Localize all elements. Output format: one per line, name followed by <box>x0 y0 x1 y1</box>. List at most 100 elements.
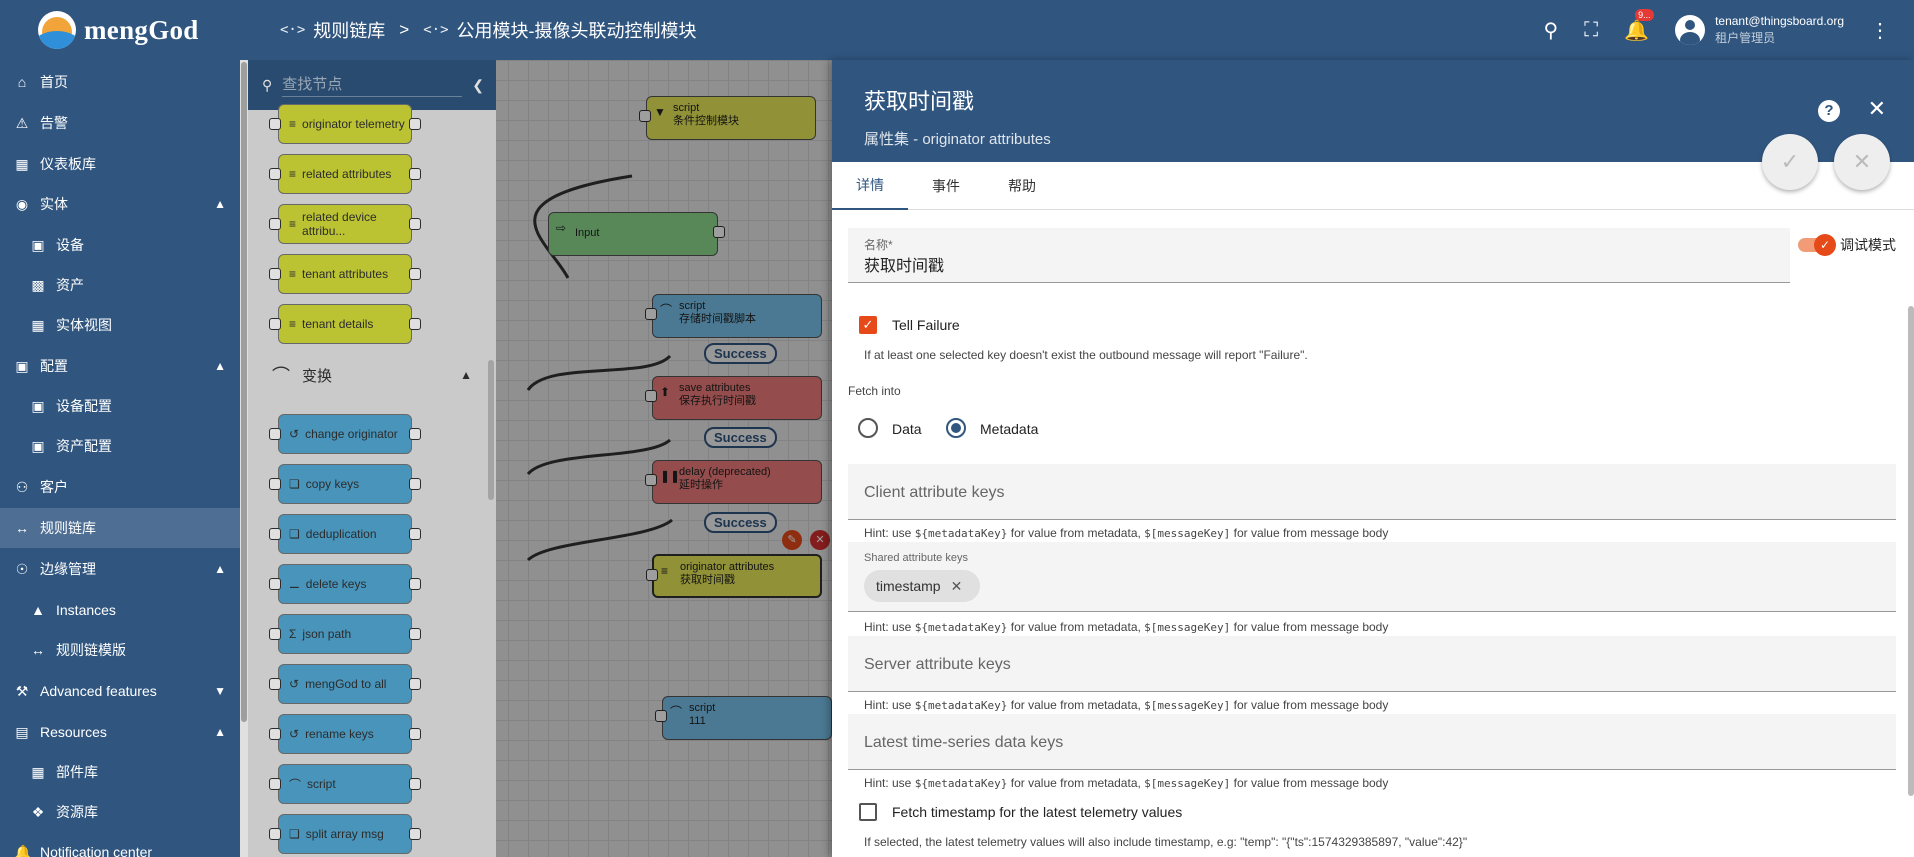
logo[interactable]: mengGod <box>0 0 246 60</box>
sidebar-item-entity-views[interactable]: ▦ 实体视图 <box>0 305 240 345</box>
sidebar-item-asset-profiles[interactable]: ▣ 资产配置 <box>0 426 240 466</box>
sidebar-item-device-profiles[interactable]: ▣ 设备配置 <box>0 386 240 426</box>
widgets-icon: ▦ <box>31 763 45 780</box>
sidebar-item-label: 资源库 <box>56 804 98 820</box>
more-vert-icon[interactable]: ⋮ <box>1870 18 1890 43</box>
profile-icon: ▣ <box>15 357 29 374</box>
fetch-into-metadata-radio[interactable] <box>946 418 966 438</box>
warning-icon: ⚠ <box>15 114 29 131</box>
debug-mode-toggle[interactable]: ✓ <box>1798 234 1836 256</box>
fetch-into-data-radio[interactable] <box>858 418 878 438</box>
user-menu[interactable]: tenant@thingsboard.org 租户管理员 <box>1675 13 1844 47</box>
fullscreen-icon[interactable]: ⛶ <box>1584 19 1598 42</box>
hint-text: for value from metadata, <box>1010 526 1141 540</box>
sidebar-item-label: 客户 <box>40 479 68 495</box>
sidebar-item-notification-center[interactable]: 🔔 Notification center <box>0 832 240 857</box>
close-icon[interactable]: ✕ <box>951 578 963 595</box>
sidebar-item-widgets[interactable]: ▦ 部件库 <box>0 752 240 792</box>
chevron-up-icon: ▲ <box>214 197 226 211</box>
sidebar-item-rule-chain-templates[interactable]: ↔ 规则链模版 <box>0 630 240 670</box>
hint-code: $[messageKey] <box>1144 527 1231 540</box>
rule-chain-icon: ↔ <box>15 520 29 536</box>
breadcrumb-rule-chains[interactable]: <·> 规则链库 <box>280 17 385 43</box>
tab-details[interactable]: 详情 <box>832 162 908 210</box>
sidebar-item-label: Advanced features <box>40 683 157 699</box>
user-email: tenant@thingsboard.org <box>1715 14 1844 28</box>
sidebar-item-label: 实体视图 <box>56 317 112 333</box>
chevron-down-icon: ▼ <box>214 684 226 698</box>
sidebar-item-customers[interactable]: ⚇ 客户 <box>0 467 240 507</box>
fetch-into-label: Fetch into <box>848 384 901 398</box>
breadcrumb: <·> 规则链库 > <·> 公用模块-摄像头联动控制模块 <box>246 17 1544 43</box>
hint-text: Hint: use <box>864 526 912 540</box>
key-chip[interactable]: timestamp ✕ <box>864 570 980 602</box>
details-subtitle: 属性集 - originator attributes <box>864 131 1051 148</box>
sidebar-scrollbar-thumb[interactable] <box>241 62 247 722</box>
sidebar-item-edge-management[interactable]: ☉ 边缘管理 ▲ <box>0 549 240 589</box>
sidebar-item-instances[interactable]: ▲ Instances <box>0 590 240 630</box>
sidebar-item-label: 告警 <box>40 115 68 131</box>
tab-help[interactable]: 帮助 <box>984 162 1060 210</box>
tell-failure-checkbox[interactable]: ✓ <box>859 316 877 334</box>
dashboard-icon: ▦ <box>15 155 29 172</box>
sidebar-item-devices[interactable]: ▣ 设备 <box>0 225 240 265</box>
chevron-up-icon: ▲ <box>214 562 226 576</box>
node-details-panel: 获取时间戳 属性集 - originator attributes ? ✕ ✓ … <box>832 60 1914 857</box>
sidebar-item-label: 设备配置 <box>56 398 112 414</box>
sidebar-item-resources[interactable]: ▤ Resources ▲ <box>0 712 240 752</box>
sidebar-item-label: 部件库 <box>56 764 98 780</box>
hint-text: for value from message body <box>1233 776 1389 790</box>
sidebar-item-resource-library[interactable]: ❖ 资源库 <box>0 792 240 832</box>
check-icon: ✓ <box>1814 234 1836 256</box>
name-field-label: 名称* <box>864 238 893 252</box>
sidebar-item-label: 规则链库 <box>40 520 96 536</box>
sidebar-item-label: Notification center <box>40 844 153 857</box>
sidebar-item-label: 实体 <box>40 196 68 212</box>
asset-profile-icon: ▣ <box>31 437 45 454</box>
latest-ts-hint: Hint: use ${metadataKey} for value from … <box>864 776 1388 790</box>
details-scrollbar[interactable] <box>1908 306 1914 796</box>
sidebar-item-alarms[interactable]: ⚠ 告警 <box>0 103 240 143</box>
server-keys-hint: Hint: use ${metadataKey} for value from … <box>864 698 1388 712</box>
sidebar-item-label: 规则链模版 <box>56 642 126 658</box>
help-icon[interactable]: ? <box>1818 100 1840 122</box>
sidebar-item-advanced-features[interactable]: ⚒ Advanced features ▼ <box>0 671 240 711</box>
top-bar: mengGod <·> 规则链库 > <·> 公用模块-摄像头联动控制模块 ⚲ ⛶ … <box>0 0 1914 60</box>
account-icon <box>1675 15 1706 45</box>
search-icon[interactable]: ⚲ <box>1544 18 1559 43</box>
notifications-icon[interactable]: 🔔 9... <box>1624 8 1654 43</box>
fetch-timestamp-label: Fetch timestamp for the latest telemetry… <box>892 804 1183 820</box>
sidebar-item-dashboards[interactable]: ▦ 仪表板库 <box>0 144 240 184</box>
fetch-into-metadata-label: Metadata <box>980 421 1039 437</box>
client-attribute-keys-input[interactable]: Client attribute keys <box>848 464 1896 520</box>
rule-chain-template-icon: ↔ <box>31 642 45 658</box>
sidebar-item-label: 配置 <box>40 358 68 374</box>
sidebar-item-rule-chains[interactable]: ↔ 规则链库 <box>0 508 240 548</box>
hint-code: ${metadataKey} <box>914 527 1008 540</box>
hint-text: for value from metadata, <box>1010 776 1141 790</box>
sidebar-item-profiles[interactable]: ▣ 配置 ▲ <box>0 346 240 386</box>
tab-events[interactable]: 事件 <box>908 162 984 210</box>
hint-text: for value from metadata, <box>1010 698 1141 712</box>
server-attribute-keys-input[interactable]: Server attribute keys <box>848 636 1896 692</box>
breadcrumb-separator: > <box>399 20 410 39</box>
client-keys-hint: Hint: use ${metadataKey} for value from … <box>864 526 1388 540</box>
home-icon: ⌂ <box>17 74 27 90</box>
debug-mode-label: 调试模式 <box>1840 237 1896 253</box>
hint-text: for value from message body <box>1233 526 1389 540</box>
hint-code: $[messageKey] <box>1144 777 1231 790</box>
latest-timeseries-keys-placeholder: Latest time-series data keys <box>864 734 1064 751</box>
fetch-timestamp-checkbox[interactable] <box>859 803 877 821</box>
hint-code: ${metadataKey} <box>914 621 1008 634</box>
hint-code: ${metadataKey} <box>914 777 1008 790</box>
shared-attribute-keys-input[interactable]: Shared attribute keys timestamp ✕ <box>848 542 1896 612</box>
sidebar-item-label: 资产 <box>56 277 84 293</box>
close-icon[interactable]: ✕ <box>1868 96 1886 122</box>
hint-text: Hint: use <box>864 620 912 634</box>
sidebar-item-home[interactable]: ⌂ 首页 <box>0 62 240 102</box>
sidebar-item-entities[interactable]: ◉ 实体 ▲ <box>0 184 240 224</box>
sidebar-item-assets[interactable]: ▩ 资产 <box>0 265 240 305</box>
latest-timeseries-keys-input[interactable]: Latest time-series data keys <box>848 714 1896 770</box>
name-field[interactable]: 名称* 获取时间戳 <box>848 228 1790 283</box>
hint-text: Hint: use <box>864 776 912 790</box>
